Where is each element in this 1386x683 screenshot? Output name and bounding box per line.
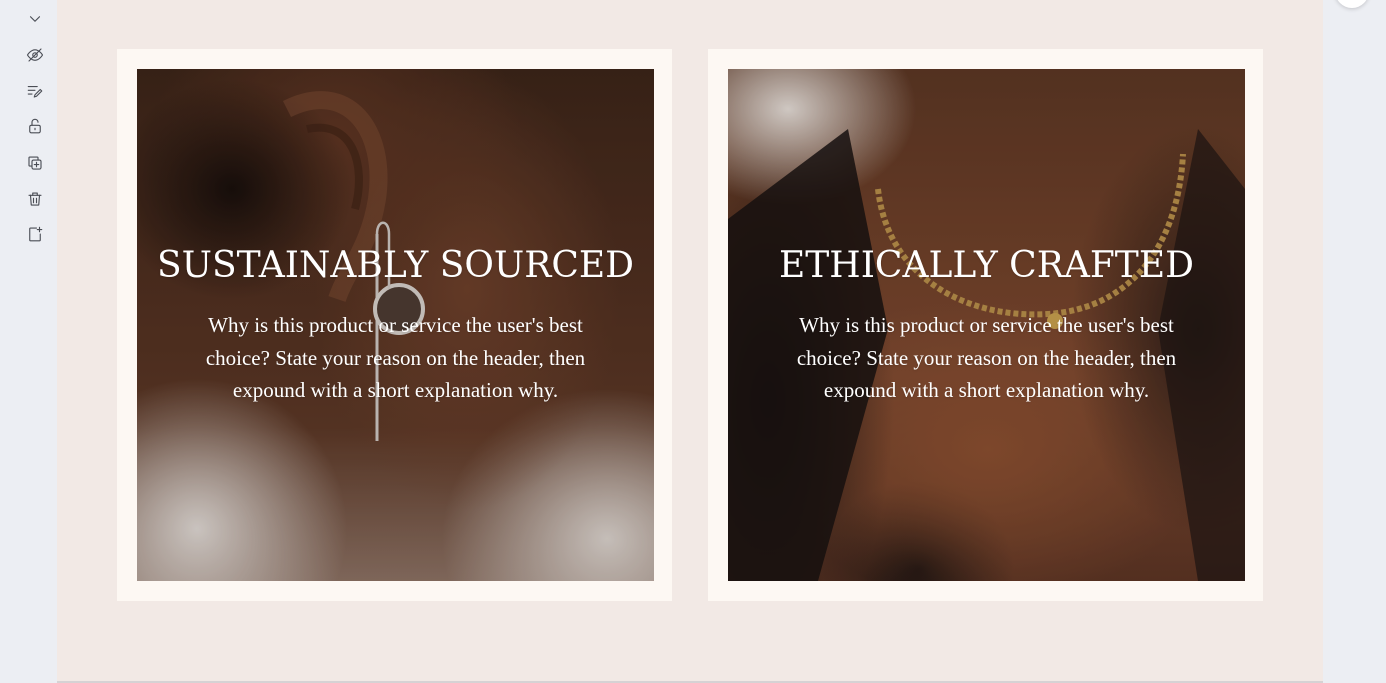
feature-card-1[interactable]: SUSTAINABLY SOURCED Why is this product … [117, 49, 672, 601]
card-title[interactable]: SUSTAINABLY SOURCED [137, 245, 654, 286]
left-toolbar [0, 0, 57, 683]
earring-photo: SUSTAINABLY SOURCED Why is this product … [137, 69, 654, 581]
necklace-photo: ETHICALLY CRAFTED Why is this product or… [728, 69, 1245, 581]
unlock-icon[interactable] [24, 115, 46, 137]
card-description[interactable]: Why is this product or service the user'… [778, 309, 1195, 407]
edit-lines-icon[interactable] [24, 80, 46, 102]
add-page-icon[interactable] [24, 223, 46, 245]
eye-slash-icon[interactable] [24, 44, 46, 66]
chevron-down-icon[interactable] [24, 8, 46, 30]
duplicate-icon[interactable] [24, 152, 46, 174]
card-title[interactable]: ETHICALLY CRAFTED [728, 245, 1245, 286]
feature-card-2[interactable]: ETHICALLY CRAFTED Why is this product or… [708, 49, 1263, 601]
trash-icon[interactable] [24, 188, 46, 210]
card-description[interactable]: Why is this product or service the user'… [187, 309, 604, 407]
right-panel [1323, 0, 1386, 683]
